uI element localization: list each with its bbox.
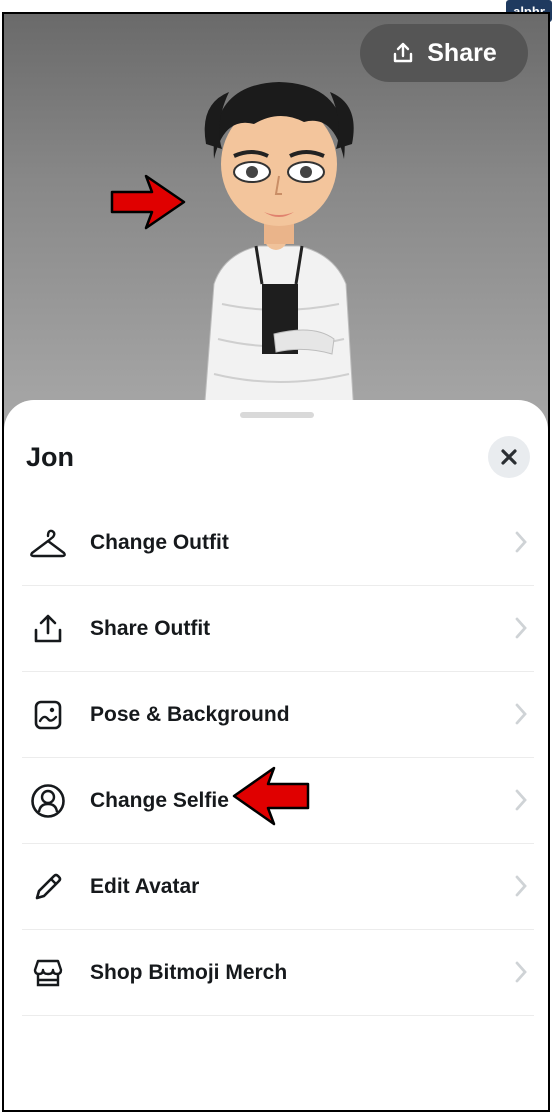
sheet-grabber[interactable] xyxy=(240,412,314,418)
menu-item-edit-avatar[interactable]: Edit Avatar xyxy=(22,844,534,930)
menu-item-label: Change Selfie xyxy=(90,788,229,812)
picture-icon xyxy=(26,693,70,737)
menu-item-label: Edit Avatar xyxy=(90,874,200,898)
shop-icon xyxy=(26,951,70,995)
chevron-right-icon xyxy=(515,875,527,897)
app-frame: Share Jon Change Outfit Share Outfit Pos… xyxy=(2,12,550,1112)
person-circle-icon xyxy=(26,779,70,823)
menu-item-shop-bitmoji-merch[interactable]: Shop Bitmoji Merch xyxy=(22,930,534,1016)
options-sheet: Jon Change Outfit Share Outfit Pose & Ba… xyxy=(4,400,548,1110)
menu-item-pose-background[interactable]: Pose & Background xyxy=(22,672,534,758)
sheet-title: Jon xyxy=(26,442,75,472)
share-icon xyxy=(394,42,413,63)
menu-item-label: Change Outfit xyxy=(90,530,229,554)
hanger-icon xyxy=(26,521,70,565)
options-menu: Change Outfit Share Outfit Pose & Backgr… xyxy=(22,500,534,1016)
chevron-right-icon xyxy=(515,789,527,811)
menu-item-share-outfit[interactable]: Share Outfit xyxy=(22,586,534,672)
share-label: Share xyxy=(427,38,497,67)
chevron-right-icon xyxy=(515,703,527,725)
bitmoji-avatar xyxy=(203,82,355,414)
menu-item-label: Shop Bitmoji Merch xyxy=(90,960,288,984)
share-button[interactable]: Share xyxy=(360,24,528,82)
chevron-right-icon xyxy=(515,617,527,639)
menu-item-label: Share Outfit xyxy=(90,616,211,640)
menu-item-label: Pose & Background xyxy=(90,702,290,726)
close-icon xyxy=(501,449,517,465)
avatar-hero: Share xyxy=(4,14,548,434)
chevron-right-icon xyxy=(515,531,527,553)
annotation-arrow-left-icon xyxy=(232,766,310,826)
share-upload-icon xyxy=(26,607,70,651)
menu-item-change-outfit[interactable]: Change Outfit xyxy=(22,500,534,586)
chevron-right-icon xyxy=(515,961,527,983)
annotation-arrow-right-icon xyxy=(110,174,186,230)
close-button[interactable] xyxy=(488,436,530,478)
pencil-icon xyxy=(26,865,70,909)
